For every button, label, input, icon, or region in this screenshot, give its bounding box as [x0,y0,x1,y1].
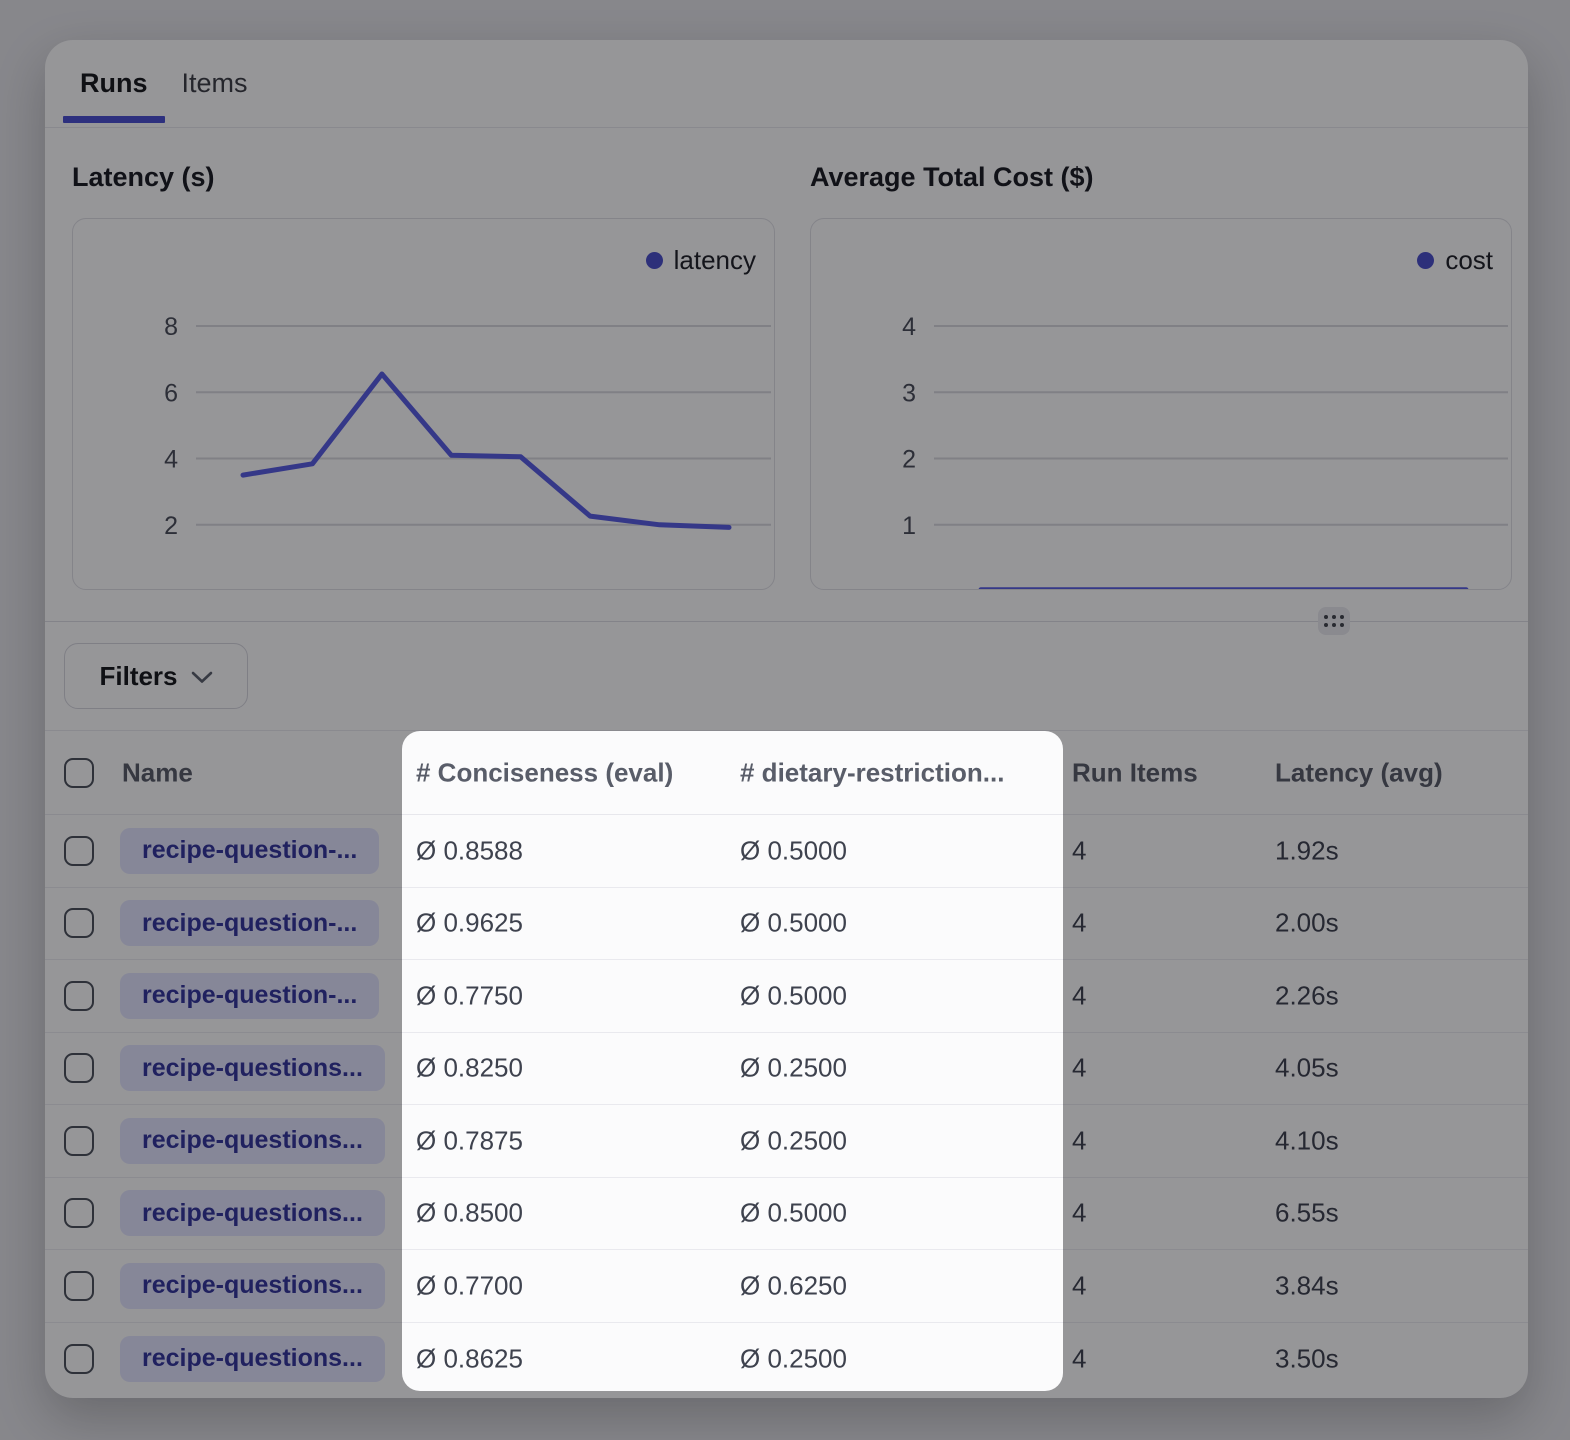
column-header-conciseness[interactable]: # Conciseness (eval) [416,757,673,788]
svg-text:3: 3 [902,379,916,407]
table-row[interactable]: recipe-question-... Ø 0.7750 Ø 0.5000 4 … [45,960,1528,1033]
run-name-badge[interactable]: recipe-questions... [120,1118,385,1164]
table-row[interactable]: recipe-questions... Ø 0.8250 Ø 0.2500 4 … [45,1033,1528,1106]
svg-text:2: 2 [164,512,178,540]
svg-text:2: 2 [902,446,916,474]
cost-chart-title: Average Total Cost ($) [810,162,1094,193]
table-row[interactable]: recipe-questions... Ø 0.7875 Ø 0.2500 4 … [45,1105,1528,1178]
cell-conciseness: Ø 0.7700 [416,1270,523,1301]
cost-legend-dot-icon [1417,252,1434,269]
cell-latency-avg: 3.84s [1275,1270,1339,1301]
drag-dots-icon [1324,615,1344,627]
svg-text:4: 4 [164,446,178,474]
svg-text:6: 6 [164,379,178,407]
table-header-row: Name # Conciseness (eval) # dietary-rest… [45,731,1528,815]
cell-dietary-restriction: Ø 0.2500 [740,1125,847,1156]
cell-conciseness: Ø 0.8250 [416,1053,523,1084]
table-row[interactable]: recipe-question-... Ø 0.9625 Ø 0.5000 4 … [45,888,1528,961]
chevron-down-icon [191,671,213,684]
cell-conciseness: Ø 0.7750 [416,980,523,1011]
runs-table: Name # Conciseness (eval) # dietary-rest… [45,730,1528,1395]
row-checkbox[interactable] [64,981,94,1011]
run-name-badge[interactable]: recipe-question-... [120,828,379,874]
latency-chart: 2 4 6 8 latency [72,218,775,590]
latency-legend-dot-icon [646,252,663,269]
cell-conciseness: Ø 0.8588 [416,835,523,866]
cell-conciseness: Ø 0.7875 [416,1125,523,1156]
cell-conciseness: Ø 0.8625 [416,1343,523,1374]
cell-dietary-restriction: Ø 0.5000 [740,1198,847,1229]
table-row[interactable]: recipe-questions... Ø 0.8625 Ø 0.2500 4 … [45,1323,1528,1396]
run-name-badge[interactable]: recipe-question-... [120,900,379,946]
row-checkbox[interactable] [64,908,94,938]
cell-dietary-restriction: Ø 0.2500 [740,1343,847,1374]
column-header-name[interactable]: Name [122,757,193,788]
cost-chart-legend: cost [1417,245,1493,276]
cost-chart-svg: 1 2 3 4 [811,219,1512,590]
page: { "tabs": { "runs": "Runs", "items": "It… [0,0,1570,1440]
cell-run-items: 4 [1072,980,1086,1011]
cell-latency-avg: 2.26s [1275,980,1339,1011]
cell-latency-avg: 4.05s [1275,1053,1339,1084]
cell-latency-avg: 3.50s [1275,1343,1339,1374]
run-name-badge[interactable]: recipe-question-... [120,973,379,1019]
latency-legend-label: latency [674,245,756,276]
run-name-badge[interactable]: recipe-questions... [120,1336,385,1382]
cell-latency-avg: 2.00s [1275,908,1339,939]
row-checkbox[interactable] [64,836,94,866]
table-body: recipe-question-... Ø 0.8588 Ø 0.5000 4 … [45,815,1528,1395]
cell-dietary-restriction: Ø 0.2500 [740,1053,847,1084]
row-checkbox[interactable] [64,1271,94,1301]
cell-run-items: 4 [1072,1125,1086,1156]
cell-run-items: 4 [1072,1343,1086,1374]
cell-latency-avg: 4.10s [1275,1125,1339,1156]
cell-run-items: 4 [1072,835,1086,866]
tab-items[interactable]: Items [165,40,265,127]
cell-run-items: 4 [1072,908,1086,939]
panel-resize-handle[interactable] [1318,607,1350,635]
table-row[interactable]: recipe-question-... Ø 0.8588 Ø 0.5000 4 … [45,815,1528,888]
cost-chart: 1 2 3 4 cost [810,218,1512,590]
svg-text:1: 1 [902,512,916,540]
row-checkbox[interactable] [64,1053,94,1083]
cell-dietary-restriction: Ø 0.5000 [740,908,847,939]
filters-button-label: Filters [99,661,177,692]
row-checkbox[interactable] [64,1198,94,1228]
cell-dietary-restriction: Ø 0.6250 [740,1270,847,1301]
cell-conciseness: Ø 0.9625 [416,908,523,939]
panel-resize-divider [45,621,1528,622]
svg-text:4: 4 [902,313,916,341]
table-row[interactable]: recipe-questions... Ø 0.8500 Ø 0.5000 4 … [45,1178,1528,1251]
table-row[interactable]: recipe-questions... Ø 0.7700 Ø 0.6250 4 … [45,1250,1528,1323]
run-name-badge[interactable]: recipe-questions... [120,1045,385,1091]
tab-items-label: Items [182,68,248,99]
cell-latency-avg: 1.92s [1275,835,1339,866]
cell-run-items: 4 [1072,1198,1086,1229]
cell-latency-avg: 6.55s [1275,1198,1339,1229]
latency-chart-legend: latency [646,245,756,276]
cell-dietary-restriction: Ø 0.5000 [740,980,847,1011]
column-header-run-items[interactable]: Run Items [1072,757,1198,788]
cost-legend-label: cost [1445,245,1493,276]
tabs-bar: Runs Items [45,40,1528,128]
select-all-checkbox[interactable] [64,758,94,788]
cell-run-items: 4 [1072,1053,1086,1084]
svg-text:8: 8 [164,313,178,341]
run-name-badge[interactable]: recipe-questions... [120,1263,385,1309]
column-header-dietary-restriction[interactable]: # dietary-restriction... [740,757,1004,788]
filters-button[interactable]: Filters [64,643,248,709]
cell-run-items: 4 [1072,1270,1086,1301]
run-name-badge[interactable]: recipe-questions... [120,1190,385,1236]
runs-panel-card: Runs Items Latency (s) Average Total Cos… [45,40,1528,1398]
row-checkbox[interactable] [64,1344,94,1374]
latency-chart-title: Latency (s) [72,162,215,193]
cell-conciseness: Ø 0.8500 [416,1198,523,1229]
column-header-latency-avg[interactable]: Latency (avg) [1275,757,1443,788]
cell-dietary-restriction: Ø 0.5000 [740,835,847,866]
tab-runs-label: Runs [80,68,148,99]
row-checkbox[interactable] [64,1126,94,1156]
tab-runs[interactable]: Runs [63,40,165,127]
